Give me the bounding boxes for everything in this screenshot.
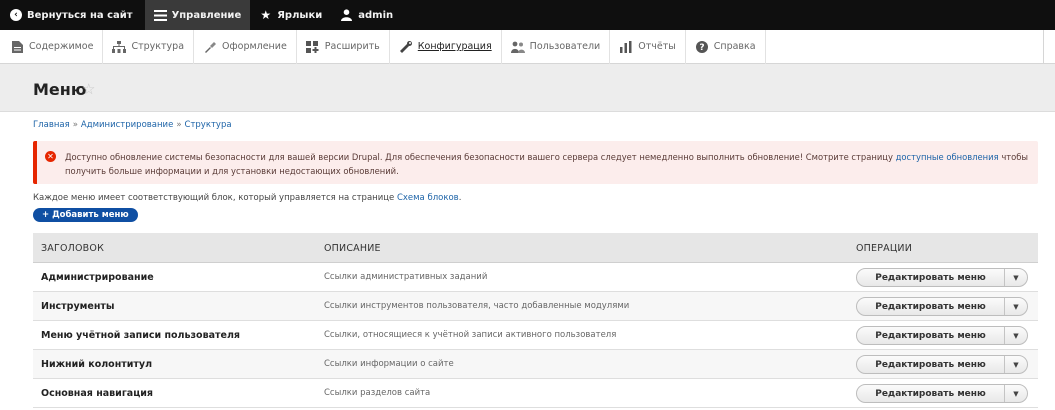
admin-toolbar: ‹ Вернуться на сайт Управление ★ Ярлыки … bbox=[0, 0, 1055, 30]
admin-menu-help-label: Справка bbox=[713, 41, 756, 52]
chevron-down-icon[interactable]: ▼ bbox=[1005, 327, 1027, 344]
edit-menu-button[interactable]: Редактировать меню bbox=[857, 385, 1005, 402]
menu-description: Ссылки разделов сайта bbox=[324, 388, 431, 398]
admin-menu-bar: Содержимое Структура Оформление Расширит… bbox=[0, 29, 1055, 64]
table-row: Основная навигация Ссылки разделов сайта… bbox=[33, 379, 1038, 408]
menu-description: Ссылки инструментов пользователя, часто … bbox=[324, 301, 630, 311]
toolbar-user-tab[interactable]: admin bbox=[331, 0, 402, 30]
star-icon: ★ bbox=[260, 8, 272, 22]
page-title: Меню bbox=[33, 80, 87, 99]
admin-menu-reports[interactable]: Отчёты bbox=[610, 29, 686, 64]
svg-text:?: ? bbox=[699, 43, 704, 53]
block-layout-link[interactable]: Схема блоков bbox=[397, 193, 459, 203]
breadcrumb-structure[interactable]: Структура bbox=[185, 120, 232, 130]
chevron-down-icon[interactable]: ▼ bbox=[1005, 385, 1027, 402]
edit-menu-button[interactable]: Редактировать меню bbox=[857, 269, 1005, 286]
intro-text: Каждое меню имеет соответствующий блок, … bbox=[33, 193, 395, 203]
toolbar-user-label: admin bbox=[358, 9, 394, 21]
column-header-operations: ОПЕРАЦИИ bbox=[856, 243, 913, 254]
column-header-title[interactable]: ЗАГОЛОВОК bbox=[41, 243, 104, 254]
table-row: Администрирование Ссылки административны… bbox=[33, 263, 1038, 292]
people-icon bbox=[510, 40, 525, 54]
table-row: Нижний колонтитул Ссылки информации о са… bbox=[33, 350, 1038, 379]
error-icon: ✕ bbox=[45, 151, 56, 162]
operations-dropbutton: Редактировать меню ▼ bbox=[856, 297, 1028, 316]
edit-menu-button[interactable]: Редактировать меню bbox=[857, 327, 1005, 344]
menu-hamburger-icon bbox=[153, 9, 167, 22]
admin-menu-reports-label: Отчёты bbox=[638, 41, 676, 52]
page-header: Меню ☆ bbox=[0, 64, 1055, 112]
breadcrumb-separator: » bbox=[176, 120, 182, 130]
edit-menu-button[interactable]: Редактировать меню bbox=[857, 356, 1005, 373]
alert-message: Доступно обновление системы безопасности… bbox=[65, 150, 1035, 178]
operations-dropbutton: Редактировать меню ▼ bbox=[856, 384, 1028, 403]
back-to-site-label: Вернуться на сайт bbox=[27, 9, 133, 21]
admin-menu-content[interactable]: Содержимое bbox=[0, 29, 104, 64]
toolbar-manage-label: Управление bbox=[171, 9, 242, 21]
admin-menu-extend[interactable]: Расширить bbox=[297, 29, 390, 64]
edit-menu-button[interactable]: Редактировать меню bbox=[857, 298, 1005, 315]
structure-icon bbox=[112, 40, 127, 54]
admin-menu-content-label: Содержимое bbox=[29, 41, 94, 52]
menu-description: Ссылки информации о сайте bbox=[324, 359, 454, 369]
chevron-down-icon[interactable]: ▼ bbox=[1005, 269, 1027, 286]
chevron-down-icon[interactable]: ▼ bbox=[1005, 298, 1027, 315]
menu-description: Ссылки, относящиеся к учётной записи акт… bbox=[324, 330, 617, 340]
chevron-down-icon[interactable]: ▼ bbox=[1005, 356, 1027, 373]
admin-menu-appearance-label: Оформление bbox=[222, 41, 287, 52]
add-menu-button[interactable]: + Добавить меню bbox=[33, 208, 138, 222]
reports-icon bbox=[619, 40, 633, 54]
breadcrumb: Главная» Администрирование» Структура bbox=[33, 120, 232, 130]
column-header-description: ОПИСАНИЕ bbox=[324, 243, 381, 254]
admin-menu-people[interactable]: Пользователи bbox=[502, 29, 611, 64]
help-icon: ? bbox=[695, 40, 709, 54]
available-updates-link[interactable]: доступные обновления bbox=[896, 152, 999, 162]
menu-description: Ссылки административных заданий bbox=[324, 272, 488, 282]
table-row: Инструменты Ссылки инструментов пользова… bbox=[33, 292, 1038, 321]
toolbar-shortcuts-label: Ярлыки bbox=[277, 9, 323, 21]
breadcrumb-administration[interactable]: Администрирование bbox=[81, 120, 173, 130]
configuration-icon bbox=[399, 40, 413, 54]
menu-title: Меню учётной записи пользователя bbox=[41, 330, 240, 341]
security-update-alert: ✕ Доступно обновление системы безопаснос… bbox=[33, 141, 1038, 184]
menu-title: Основная навигация bbox=[41, 388, 154, 399]
menus-table: ЗАГОЛОВОК ОПИСАНИЕ ОПЕРАЦИИ Администриро… bbox=[33, 233, 1038, 408]
extend-icon bbox=[306, 40, 320, 54]
table-header: ЗАГОЛОВОК ОПИСАНИЕ ОПЕРАЦИИ bbox=[33, 233, 1038, 263]
intro-tail: . bbox=[458, 193, 462, 203]
toolbar-orientation-toggle[interactable] bbox=[1043, 30, 1055, 64]
menu-intro-text: Каждое меню имеет соответствующий блок, … bbox=[33, 193, 461, 203]
menu-title: Инструменты bbox=[41, 301, 115, 312]
toolbar-shortcuts-tab[interactable]: ★ Ярлыки bbox=[250, 0, 331, 30]
content-icon bbox=[10, 40, 24, 54]
back-to-site-link[interactable]: ‹ Вернуться на сайт bbox=[0, 0, 145, 30]
admin-menu-appearance[interactable]: Оформление bbox=[194, 29, 297, 64]
operations-dropbutton: Редактировать меню ▼ bbox=[856, 355, 1028, 374]
admin-menu-configuration[interactable]: Конфигурация bbox=[390, 29, 502, 64]
admin-menu-configuration-label: Конфигурация bbox=[417, 41, 492, 52]
admin-menu-structure-label: Структура bbox=[131, 41, 185, 52]
table-row: Меню учётной записи пользователя Ссылки,… bbox=[33, 321, 1038, 350]
admin-menu-structure[interactable]: Структура bbox=[103, 29, 195, 64]
admin-menu-extend-label: Расширить bbox=[324, 41, 380, 52]
operations-dropbutton: Редактировать меню ▼ bbox=[856, 268, 1028, 287]
menu-title: Нижний колонтитул bbox=[41, 359, 153, 370]
alert-text-part1: Доступно обновление системы безопасности… bbox=[65, 152, 893, 162]
breadcrumb-home[interactable]: Главная bbox=[33, 120, 70, 130]
admin-menu-people-label: Пользователи bbox=[529, 41, 601, 52]
user-icon bbox=[340, 9, 353, 22]
toolbar-manage-tab[interactable]: Управление bbox=[144, 0, 251, 30]
menu-title: Администрирование bbox=[41, 272, 154, 283]
breadcrumb-separator: » bbox=[72, 120, 78, 130]
appearance-icon bbox=[203, 40, 217, 54]
add-shortcut-star-icon[interactable]: ☆ bbox=[82, 80, 95, 98]
operations-dropbutton: Редактировать меню ▼ bbox=[856, 326, 1028, 345]
chevron-left-icon: ‹ bbox=[10, 9, 22, 21]
admin-menu-help[interactable]: ? Справка bbox=[686, 29, 766, 64]
